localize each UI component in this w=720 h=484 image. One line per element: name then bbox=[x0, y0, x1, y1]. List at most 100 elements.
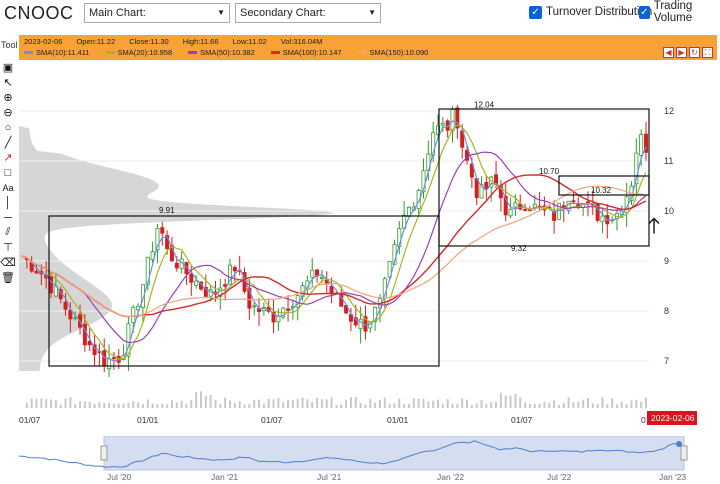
volume-bar bbox=[45, 399, 48, 408]
main-chart-select[interactable]: Main Chart: ▼ bbox=[84, 3, 230, 23]
volume-bar bbox=[54, 400, 57, 408]
measure-icon[interactable]: ⊤ bbox=[1, 240, 15, 255]
volume-bar bbox=[615, 404, 618, 408]
ticker-title: CNOOC bbox=[4, 3, 74, 23]
fullscreen-icon[interactable]: ⛶ bbox=[702, 47, 713, 58]
candle-body bbox=[34, 270, 39, 274]
horizontal-line-icon[interactable]: ─ bbox=[1, 210, 15, 225]
date-badge-label: 2023-02-06 bbox=[651, 413, 695, 423]
volume-bar bbox=[533, 404, 536, 408]
eraser-icon[interactable]: ⌫ bbox=[0, 255, 16, 270]
chart-nav-buttons: ◀ ▶ ↻ ⛶ bbox=[661, 47, 713, 58]
refresh-icon[interactable]: ↻ bbox=[689, 47, 700, 58]
volume-bar bbox=[253, 399, 256, 408]
candle-body bbox=[111, 357, 116, 360]
navigator-right-handle bbox=[680, 445, 688, 461]
trash-icon[interactable]: 🗑 bbox=[1, 270, 15, 285]
pointer-icon[interactable]: ↖ bbox=[1, 75, 15, 90]
turnover-distribution-label: Turnover Distribution bbox=[546, 6, 653, 18]
volume-bar bbox=[248, 404, 251, 408]
volume-bar bbox=[132, 401, 135, 408]
volume-bar bbox=[316, 398, 319, 408]
trading-volume-checkbox[interactable]: ✓ Trading Volume bbox=[639, 0, 720, 24]
volume-bar bbox=[524, 402, 527, 408]
circle-icon[interactable]: ○ bbox=[1, 120, 15, 135]
volume-bar bbox=[398, 398, 401, 408]
sma-legend: SMA(10):11.411 SMA(20):10.958 SMA(50):10… bbox=[24, 48, 444, 57]
secondary-chart-select[interactable]: Secondary Chart: ▼ bbox=[235, 3, 381, 23]
y-tick-label: 11 bbox=[664, 156, 673, 166]
sma100-label: SMA(100):10.147 bbox=[282, 48, 342, 57]
volume-bar bbox=[330, 397, 333, 408]
volume-bar bbox=[461, 398, 464, 408]
arrow-left-icon[interactable]: ◀ bbox=[663, 47, 674, 58]
volume-bar bbox=[79, 401, 82, 408]
volume-bar bbox=[127, 402, 130, 408]
candle-body bbox=[585, 201, 590, 204]
volume-bar bbox=[233, 403, 236, 408]
volume-bar bbox=[514, 393, 517, 408]
sma-line-6 bbox=[21, 124, 647, 360]
y-tick-label: 7 bbox=[664, 356, 669, 366]
volume-bar bbox=[306, 399, 309, 408]
price-annotation: 10.32 bbox=[591, 186, 612, 195]
navigator-chart[interactable]: Jul '20 Jan '21 Jul '21 Jan '22 Jul '22 Jan '… bbox=[19, 436, 717, 482]
volume-bar bbox=[393, 403, 396, 408]
select-box-icon[interactable]: ▣ bbox=[1, 60, 15, 75]
candle-body bbox=[532, 203, 537, 208]
volume-bar bbox=[611, 398, 614, 408]
sma10-legend: SMA(10):11.411 bbox=[24, 48, 90, 57]
volume-bar bbox=[238, 401, 241, 408]
volume-bar bbox=[582, 399, 585, 408]
volume-bar bbox=[456, 403, 459, 408]
line-icon[interactable]: ╱ bbox=[1, 135, 15, 150]
info-date: 2023-02-06 bbox=[24, 37, 63, 46]
candle-body bbox=[189, 273, 194, 283]
candle-body bbox=[571, 200, 576, 203]
candle-body bbox=[358, 318, 363, 330]
text-icon[interactable]: Aa bbox=[1, 180, 15, 195]
volume-bar bbox=[161, 403, 164, 408]
volume-bar bbox=[490, 402, 493, 408]
volume-bar bbox=[185, 404, 188, 408]
arrow-line-icon[interactable]: ↗ bbox=[1, 150, 15, 165]
volume-bar bbox=[40, 398, 43, 408]
zoom-out-icon[interactable]: ⊖ bbox=[1, 105, 15, 120]
price-chart[interactable]: 12 11 10 9 8 7 9.91 12.04 10.70 10.32 9.32 01/07 01/… bbox=[19, 61, 717, 436]
volume-bar bbox=[475, 403, 478, 408]
turnover-distribution-checkbox[interactable]: ✓ Turnover Distribution bbox=[529, 4, 652, 20]
volume-bar bbox=[596, 403, 599, 408]
y-tick-label: 12 bbox=[664, 106, 674, 116]
volume-bar bbox=[262, 403, 265, 408]
info-low: Low:11.02 bbox=[232, 37, 267, 46]
volume-bar bbox=[630, 400, 633, 408]
vertical-line-icon[interactable]: │ bbox=[1, 195, 15, 210]
volume-bar bbox=[354, 397, 357, 408]
volume-bar bbox=[243, 404, 246, 408]
arrow-right-icon[interactable]: ▶ bbox=[676, 47, 687, 58]
volume-bar bbox=[388, 404, 391, 408]
volume-bar bbox=[296, 398, 299, 408]
price-annotation: 10.70 bbox=[539, 167, 560, 176]
parallel-lines-icon[interactable]: ⫽ bbox=[1, 225, 15, 240]
candle-body bbox=[107, 358, 112, 370]
volume-bar bbox=[272, 399, 275, 408]
candle-body bbox=[310, 269, 315, 278]
price-annotation: 12.04 bbox=[474, 101, 495, 110]
volume-bar bbox=[374, 402, 377, 408]
volume-bar bbox=[103, 402, 106, 408]
x-tick-label: 01/07 bbox=[511, 415, 533, 425]
x-tick-label: 01/07 bbox=[261, 415, 283, 425]
volume-bar bbox=[504, 395, 507, 408]
volume-bar bbox=[495, 401, 498, 408]
volume-bar bbox=[30, 398, 33, 408]
navigator-tick-label: Jan '21 bbox=[211, 472, 238, 482]
volume-bar bbox=[606, 404, 609, 408]
navigator-tick-label: Jan '23 bbox=[659, 472, 686, 482]
volume-bar bbox=[359, 402, 362, 408]
rectangle-icon[interactable]: □ bbox=[1, 165, 15, 180]
volume-bar bbox=[369, 398, 372, 408]
volume-bar bbox=[50, 399, 53, 408]
volume-bar bbox=[403, 403, 406, 408]
zoom-in-icon[interactable]: ⊕ bbox=[1, 90, 15, 105]
